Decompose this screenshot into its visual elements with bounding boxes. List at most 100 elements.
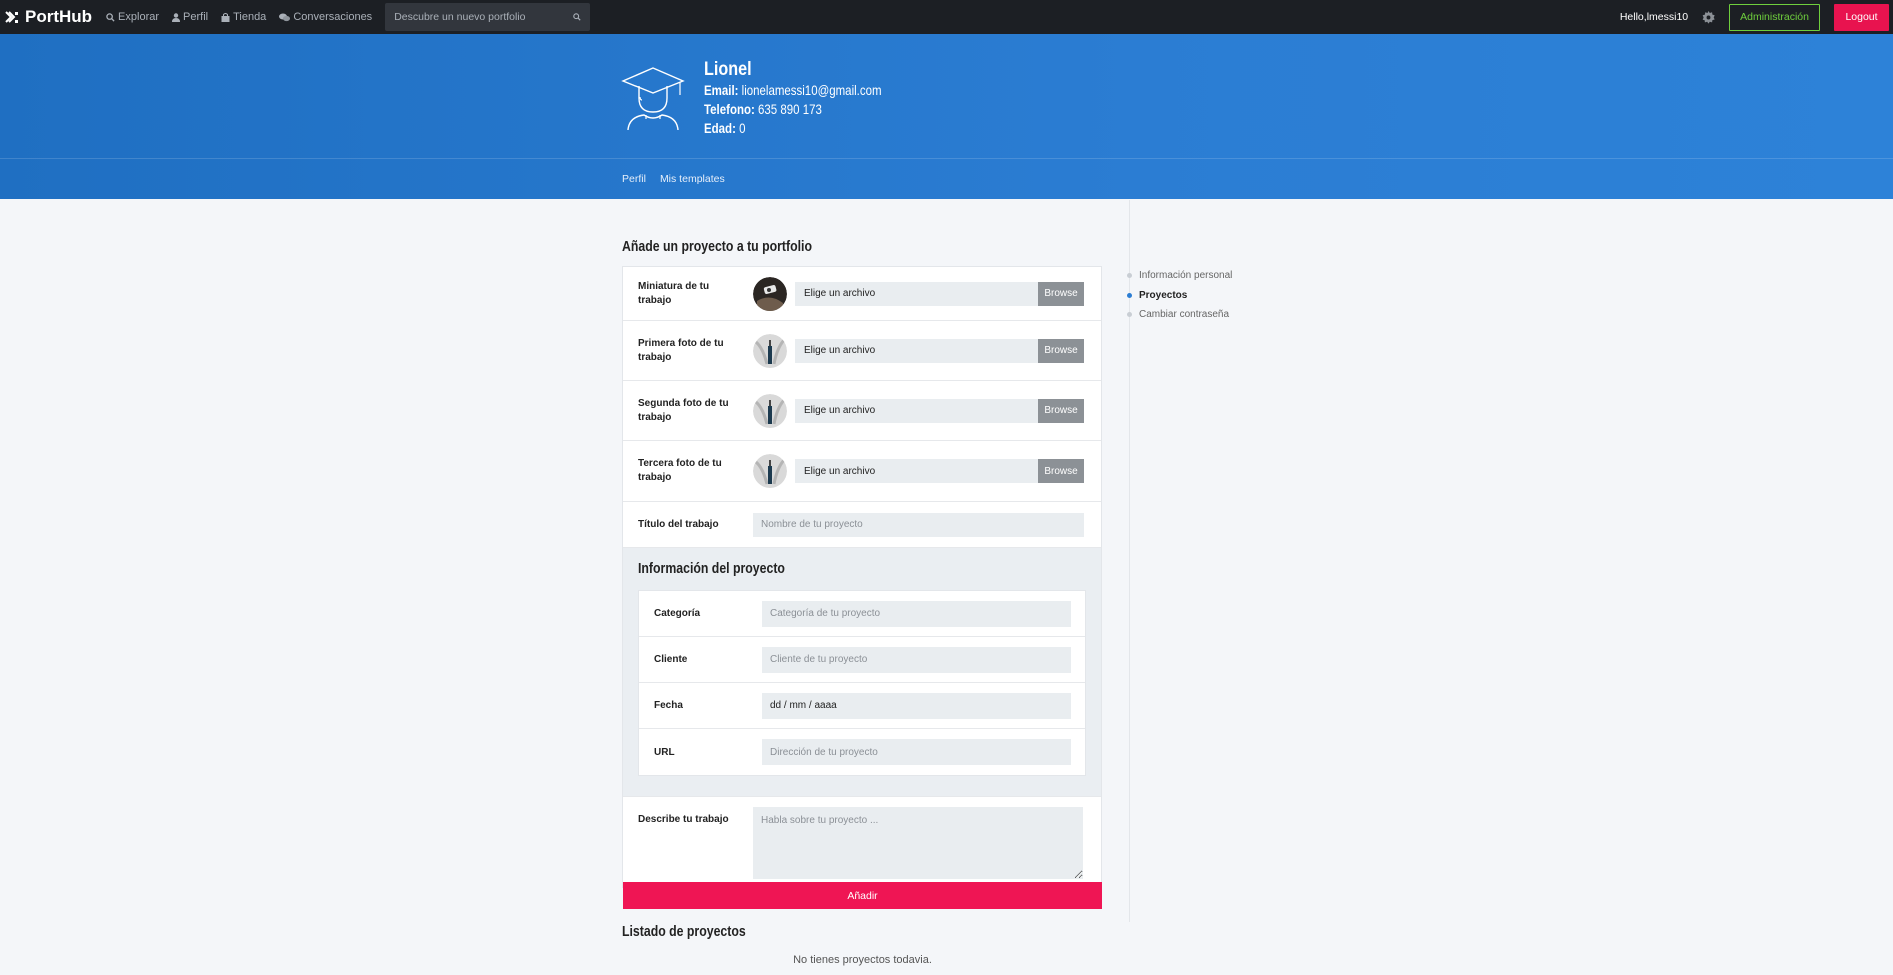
project-info-title: Información del proyecto (638, 560, 785, 577)
client-label: Cliente (654, 654, 688, 665)
nav-label: Perfil (183, 11, 209, 23)
portfolio-search (385, 3, 591, 31)
profile-header: Lionel Email: lionelamessi10@gmail.com T… (0, 34, 1893, 199)
url-row: URL (639, 729, 1085, 775)
title-label: Título del trabajo (638, 518, 719, 530)
file-row-label: Miniatura de tu trabajo (638, 280, 710, 306)
nav-label: Explorar (118, 11, 160, 23)
file-row-tercera: Tercera foto de tu trabajo Elige un arch… (623, 441, 1101, 502)
search-icon[interactable] (573, 13, 581, 21)
description-textarea[interactable] (753, 807, 1083, 879)
nav-conversaciones[interactable]: Conversaciones (279, 11, 372, 23)
file-picker-text[interactable]: Elige un archivo (795, 398, 1038, 423)
profile-phone: Telefono: 635 890 173 (704, 101, 822, 117)
profile-email: Email: lionelamessi10@gmail.com (704, 82, 882, 98)
search-icon (106, 12, 115, 22)
graduate-avatar-icon (621, 67, 685, 131)
browse-button[interactable]: Browse (1038, 459, 1084, 483)
sidebar-item-cambiar-contrasena[interactable]: Cambiar contraseña (1127, 305, 1232, 325)
age-label: Edad: (704, 120, 736, 136)
nav-explorar[interactable]: Explorar (106, 11, 159, 23)
sidebar-item-proyectos[interactable]: Proyectos (1127, 286, 1232, 306)
project-form: Miniatura de tu trabajo Elige un archivo… (622, 266, 1102, 888)
file-row-label: Primera foto de tu trabajo (638, 337, 724, 363)
settings-sidebar: Información personal Proyectos Cambiar c… (1127, 266, 1232, 325)
sidebar-item-label: Proyectos (1139, 289, 1188, 301)
project-info-card: Categoría Cliente Fecha URL (638, 590, 1086, 776)
search-input[interactable] (394, 11, 555, 23)
file-picker[interactable]: Elige un archivo Browse (795, 338, 1084, 363)
thumbnail-preview (753, 454, 787, 488)
thumbnail-preview (753, 393, 787, 428)
phone-label: Telefono: (704, 101, 755, 117)
file-picker-text[interactable]: Elige un archivo (795, 459, 1038, 483)
profile-name: Lionel (704, 59, 752, 80)
bullet-icon (1127, 292, 1132, 298)
browse-button[interactable]: Browse (1038, 338, 1084, 363)
date-row: Fecha (639, 683, 1085, 729)
client-row: Cliente (639, 637, 1085, 683)
category-row: Categoría (639, 591, 1085, 637)
projects-list-title: Listado de proyectos (622, 923, 746, 940)
nav-label: Conversaciones (293, 11, 373, 23)
browse-button[interactable]: Browse (1038, 398, 1084, 423)
logo[interactable]: PortHub (5, 7, 92, 27)
file-row-segunda: Segunda foto de tu trabajo Elige un arch… (623, 381, 1101, 441)
client-input[interactable] (762, 646, 1071, 673)
sidebar-item-informacion-personal[interactable]: Información personal (1127, 266, 1232, 286)
user-area: Hello,lmessi10 Administración Logout (1620, 0, 1893, 34)
bullet-icon (1127, 273, 1132, 279)
header-divider (0, 158, 1893, 159)
url-input[interactable] (762, 739, 1071, 765)
app-name: PortHub (25, 7, 93, 26)
tab-perfil[interactable]: Perfil (622, 173, 646, 185)
browse-button[interactable]: Browse (1038, 281, 1084, 306)
project-title-input[interactable] (753, 512, 1084, 537)
tab-mis-templates[interactable]: Mis templates (660, 173, 725, 185)
nav-perfil[interactable]: Perfil (172, 11, 208, 23)
add-project-button[interactable]: Añadir (623, 882, 1102, 909)
admin-button[interactable]: Administración (1729, 3, 1820, 31)
empty-projects-message: No tienes proyectos todavia. (793, 954, 932, 966)
top-navbar: PortHub Explorar Perfil Tienda Conversac… (0, 0, 1893, 34)
description-row: Describe tu trabajo (623, 797, 1101, 887)
date-label: Fecha (654, 700, 683, 711)
project-info-section: Información del proyecto Categoría Clien… (623, 548, 1101, 797)
nav-tienda[interactable]: Tienda (221, 11, 266, 23)
age-value: 0 (739, 120, 746, 136)
greeting: Hello,lmessi10 (1619, 11, 1689, 23)
chat-icon (279, 13, 291, 21)
logout-button[interactable]: Logout (1834, 3, 1889, 31)
description-label: Describe tu trabajo (638, 814, 729, 825)
category-input[interactable] (762, 600, 1071, 627)
file-picker-text[interactable]: Elige un archivo (795, 281, 1038, 306)
file-row-primera: Primera foto de tu trabajo Elige un arch… (623, 321, 1101, 381)
gear-icon[interactable] (1702, 10, 1715, 24)
form-title: Añade un proyecto a tu portfolio (622, 238, 812, 255)
thumbnail-preview (753, 276, 787, 311)
bullet-icon (1127, 312, 1132, 318)
file-picker[interactable]: Elige un archivo Browse (795, 398, 1084, 423)
main-nav: Explorar Perfil Tienda Conversaciones (106, 3, 591, 31)
email-label: Email: (704, 82, 739, 98)
file-row-label: Segunda foto de tu trabajo (638, 397, 729, 423)
category-label: Categoría (654, 608, 701, 619)
file-picker-text[interactable]: Elige un archivo (795, 338, 1038, 363)
nav-label: Tienda (233, 11, 267, 23)
profile-age: Edad: 0 (704, 120, 745, 136)
file-picker[interactable]: Elige un archivo Browse (795, 281, 1084, 306)
title-row: Título del trabajo (623, 502, 1101, 548)
file-row-label: Tercera foto de tu trabajo (638, 458, 722, 483)
file-picker[interactable]: Elige un archivo Browse (795, 459, 1084, 483)
shop-icon (221, 12, 230, 22)
file-row-miniatura: Miniatura de tu trabajo Elige un archivo… (623, 267, 1101, 321)
user-icon (172, 12, 181, 22)
thumbnail-preview (753, 333, 787, 368)
phone-value: 635 890 173 (758, 101, 822, 117)
date-input[interactable] (762, 692, 1071, 719)
sidebar-item-label: Cambiar contraseña (1139, 309, 1230, 321)
email-value: lionelamessi10@gmail.com (741, 82, 882, 98)
profile-tabs: Perfil Mis templates (622, 173, 739, 185)
porthub-logo-icon (5, 10, 18, 23)
sidebar-item-label: Información personal (1139, 270, 1233, 282)
